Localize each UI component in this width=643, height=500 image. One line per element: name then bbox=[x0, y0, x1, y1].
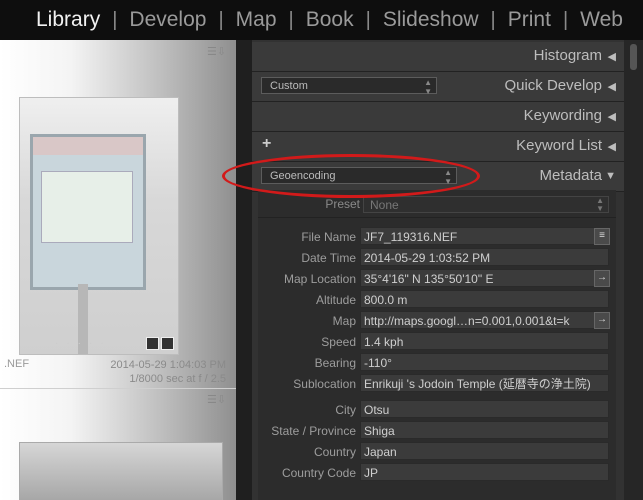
signboard-image bbox=[30, 134, 146, 290]
module-separator: | bbox=[218, 8, 224, 31]
map-location-input[interactable]: 35°4'16" N 135°50'10" E bbox=[360, 269, 596, 287]
field-map-location: Map Location 35°4'16" N 135°50'10" E → bbox=[258, 269, 616, 290]
country-input[interactable]: Japan bbox=[360, 442, 609, 460]
metadata-badge-icon[interactable] bbox=[146, 337, 159, 350]
field-date-time: Date Time 2014-05-29 1:03:52 PM bbox=[258, 248, 616, 269]
rating-dots[interactable]: ····· bbox=[55, 338, 112, 349]
field-label: Map Location bbox=[283, 272, 356, 286]
module-separator: | bbox=[562, 8, 569, 31]
module-library[interactable]: Library bbox=[0, 0, 112, 40]
thumbnail-exposure: 1/8000 sec at f / 2.5 bbox=[129, 373, 226, 385]
grid-divider bbox=[0, 388, 236, 389]
date-time-value: 2014-05-29 1:03:52 PM bbox=[360, 248, 609, 266]
quick-develop-title: Quick Develop bbox=[504, 77, 602, 94]
module-print[interactable]: Print bbox=[508, 0, 563, 40]
thumbnail-filename: .NEF bbox=[4, 358, 30, 370]
field-label: Date Time bbox=[301, 251, 356, 265]
sublocation-input[interactable]: Enrikuji 's Jodoin Temple (延暦寺の浄土院) bbox=[360, 374, 609, 392]
module-web[interactable]: Web bbox=[580, 0, 635, 40]
module-separator: | bbox=[365, 8, 371, 31]
panel-gutter bbox=[236, 40, 252, 500]
metadata-fields: Preset None ▲ ▼ File Name JF7_119316.NEF … bbox=[258, 190, 616, 500]
city-input[interactable]: Otsu bbox=[360, 400, 609, 418]
field-city: City Otsu bbox=[258, 400, 616, 421]
file-name-input[interactable]: JF7_119316.NEF bbox=[360, 227, 596, 245]
grid-view: ☰⇩ ····· .NEF 2014-05-29 1:04:03 PM 1/80… bbox=[0, 40, 236, 500]
panel-scrollbar[interactable] bbox=[624, 40, 643, 500]
thumbnail-date: 2014-05-29 1:04:03 PM bbox=[110, 359, 226, 371]
thumbnail-trees[interactable] bbox=[20, 443, 222, 500]
open-map-arrow-icon[interactable]: → bbox=[594, 312, 610, 329]
histogram-header[interactable]: Histogram ◀ bbox=[252, 42, 624, 72]
thumbnail-badges bbox=[146, 337, 174, 350]
collapse-triangle-icon: ◀ bbox=[607, 81, 616, 93]
keywording-title: Keywording bbox=[523, 107, 602, 124]
rename-list-icon[interactable]: ≡ bbox=[594, 228, 610, 245]
keyword-list-title: Keyword List bbox=[516, 137, 602, 154]
field-label: Map bbox=[332, 314, 356, 328]
bearing-value: -110° bbox=[360, 353, 609, 371]
preset-label: Preset bbox=[325, 197, 360, 211]
state-province-input[interactable]: Shiga bbox=[360, 421, 609, 439]
grid-cell-menu-icon-2[interactable]: ☰⇩ bbox=[207, 393, 229, 406]
field-label: Speed bbox=[321, 335, 356, 349]
field-country-code: Country Code JP bbox=[258, 463, 616, 484]
module-book[interactable]: Book bbox=[306, 0, 366, 40]
module-separator: | bbox=[490, 8, 496, 31]
map-url-value: http://maps.googl…n=0.001,0.001&t=k bbox=[360, 311, 596, 329]
select-arrows-icon: ▲ ▼ bbox=[596, 196, 604, 213]
sign-map bbox=[41, 171, 133, 243]
saved-preset-select[interactable]: Custom ▲ ▼ bbox=[261, 77, 437, 96]
module-separator: | bbox=[112, 8, 118, 31]
histogram-title: Histogram bbox=[533, 47, 602, 64]
field-altitude: Altitude 800.0 m bbox=[258, 290, 616, 311]
thumbnail-info: 2014-05-29 1:04:03 PM 1/8000 sec at f / … bbox=[70, 358, 226, 386]
field-speed: Speed 1.4 kph bbox=[258, 332, 616, 353]
highlight-ellipse bbox=[222, 154, 480, 198]
keywording-header[interactable]: Keywording ◀ bbox=[252, 102, 624, 132]
country-code-input[interactable]: JP bbox=[360, 463, 609, 481]
add-keyword-icon[interactable]: + bbox=[262, 135, 271, 153]
sign-title-strip bbox=[33, 137, 143, 155]
field-label: Altitude bbox=[315, 293, 356, 307]
field-bearing: Bearing -110° bbox=[258, 353, 616, 374]
go-to-map-arrow-icon[interactable]: → bbox=[594, 270, 610, 287]
grid-cell-menu-icon[interactable]: ☰⇩ bbox=[207, 45, 229, 58]
module-slideshow[interactable]: Slideshow bbox=[383, 0, 491, 40]
metadata-title: Metadata bbox=[539, 167, 602, 184]
field-label: Bearing bbox=[314, 356, 356, 370]
field-label: City bbox=[335, 403, 356, 417]
module-develop[interactable]: Develop bbox=[129, 0, 218, 40]
field-sublocation: Sublocation Enrikuji 's Jodoin Temple (延… bbox=[258, 374, 616, 395]
metadata-preset-select[interactable]: None ▲ ▼ bbox=[363, 196, 609, 213]
field-map: Map http://maps.googl…n=0.001,0.001&t=k … bbox=[258, 311, 616, 332]
field-file-name: File Name JF7_119316.NEF ≡ bbox=[258, 227, 616, 248]
field-label: Country bbox=[313, 445, 356, 459]
crop-badge-icon[interactable] bbox=[161, 337, 174, 350]
collapse-triangle-icon: ◀ bbox=[607, 51, 616, 63]
collapse-triangle-icon: ◀ bbox=[607, 111, 616, 123]
field-label: Country Code bbox=[281, 466, 356, 480]
metadata-preset-value: None bbox=[370, 198, 399, 212]
field-label: Sublocation bbox=[293, 377, 356, 391]
quick-develop-header[interactable]: Custom ▲ ▼ Quick Develop ◀ bbox=[252, 72, 624, 102]
collapse-triangle-icon: ◀ bbox=[607, 141, 616, 153]
expand-triangle-icon: ▼ bbox=[605, 170, 616, 182]
module-map[interactable]: Map bbox=[236, 0, 289, 40]
field-label: File Name bbox=[301, 230, 356, 244]
altitude-input[interactable]: 800.0 m bbox=[360, 290, 609, 308]
scrollbar-thumb[interactable] bbox=[630, 44, 637, 70]
module-picker: Library | Develop | Map | Book | Slidesh… bbox=[0, 0, 643, 40]
thumbnail-signboard[interactable] bbox=[20, 98, 178, 354]
field-label: State / Province bbox=[271, 424, 356, 438]
module-separator: | bbox=[288, 8, 294, 31]
right-panel: Histogram ◀ Custom ▲ ▼ Quick Develop ◀ Ke… bbox=[252, 40, 624, 500]
select-arrows-icon: ▲ ▼ bbox=[424, 78, 432, 96]
field-state-province: State / Province Shiga bbox=[258, 421, 616, 442]
speed-value: 1.4 kph bbox=[360, 332, 609, 350]
field-country: Country Japan bbox=[258, 442, 616, 463]
saved-preset-value: Custom bbox=[270, 80, 308, 92]
